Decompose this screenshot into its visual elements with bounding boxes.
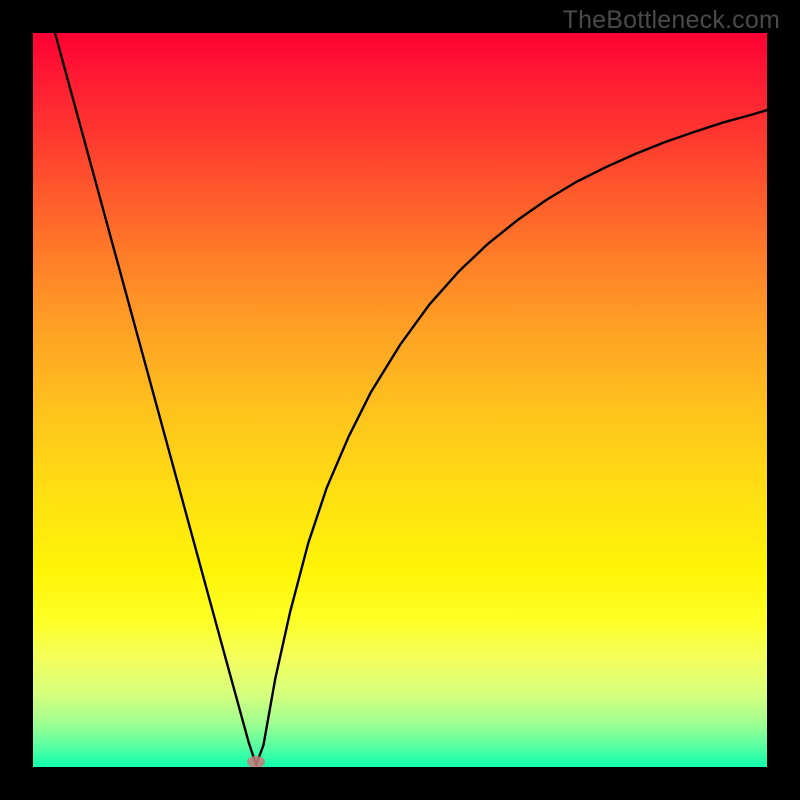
plot-area	[33, 33, 767, 767]
chart-frame: TheBottleneck.com	[0, 0, 800, 800]
watermark-text: TheBottleneck.com	[563, 6, 780, 35]
curve-line	[33, 33, 767, 767]
minimum-marker	[247, 756, 265, 767]
